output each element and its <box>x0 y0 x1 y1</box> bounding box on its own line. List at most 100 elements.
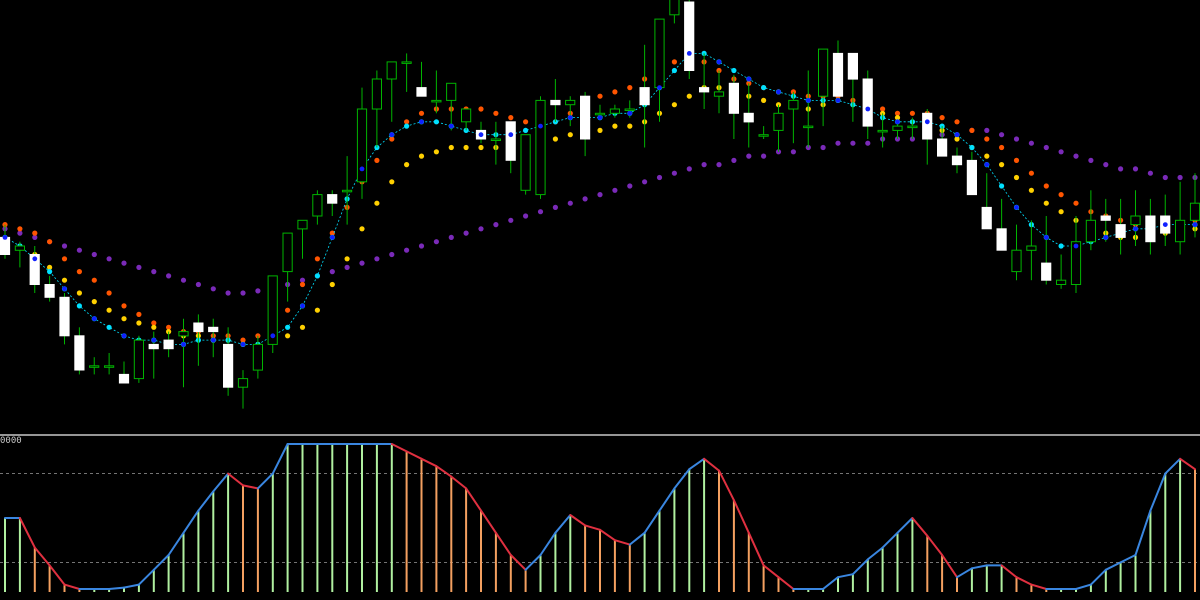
candle[interactable] <box>892 121 903 139</box>
ma-dot <box>582 196 588 202</box>
signal-dot <box>91 316 97 322</box>
candle[interactable] <box>862 70 873 140</box>
candle[interactable] <box>550 79 561 122</box>
candle[interactable] <box>356 87 368 199</box>
candle[interactable] <box>59 293 70 345</box>
candle[interactable] <box>937 126 948 157</box>
candle[interactable] <box>490 121 501 165</box>
oscillator-line-segment <box>539 531 557 556</box>
bull-candle-body <box>1085 219 1097 243</box>
candle[interactable] <box>386 61 397 122</box>
signal-dot <box>1192 222 1198 228</box>
candle[interactable] <box>193 314 204 366</box>
candle[interactable] <box>669 0 680 24</box>
candle[interactable] <box>758 126 769 139</box>
candle[interactable] <box>237 370 249 409</box>
candle[interactable] <box>788 91 799 144</box>
candle[interactable] <box>312 190 323 225</box>
candle[interactable] <box>89 357 100 375</box>
candle[interactable] <box>713 70 725 114</box>
bull-candle-body <box>565 99 576 106</box>
candle[interactable] <box>282 232 293 302</box>
bear-candle-body <box>1041 262 1052 281</box>
candle[interactable] <box>446 82 457 131</box>
candle[interactable] <box>267 275 278 353</box>
oscillator-line-segment <box>1119 554 1137 564</box>
candle[interactable] <box>1085 190 1097 251</box>
oscillator-line-segment <box>688 457 706 471</box>
candle[interactable] <box>565 96 576 127</box>
candle[interactable] <box>639 44 650 148</box>
candle[interactable] <box>1115 198 1126 255</box>
candle[interactable] <box>401 53 412 92</box>
candle[interactable] <box>163 331 174 358</box>
candle[interactable] <box>0 224 11 259</box>
candle[interactable] <box>297 219 308 259</box>
candle[interactable] <box>74 327 85 375</box>
candle[interactable] <box>104 353 115 375</box>
candle[interactable] <box>609 104 620 118</box>
candle[interactable] <box>684 0 695 79</box>
signal-dot <box>478 132 484 138</box>
candle[interactable] <box>773 104 784 152</box>
candle[interactable] <box>371 70 382 148</box>
candle[interactable] <box>535 96 546 199</box>
candle[interactable] <box>832 40 844 97</box>
candle[interactable] <box>1011 224 1022 281</box>
candle[interactable] <box>818 48 829 127</box>
candle[interactable] <box>1160 194 1171 246</box>
bull-candle-body <box>446 82 457 101</box>
ma-dot <box>225 290 231 296</box>
candle[interactable] <box>981 173 992 230</box>
signal-dot <box>300 303 305 309</box>
candle[interactable] <box>907 117 918 139</box>
signal-dot <box>954 132 960 138</box>
candle[interactable] <box>1041 216 1052 285</box>
candle[interactable] <box>580 91 591 157</box>
candle[interactable] <box>1056 254 1067 289</box>
ma-dot <box>671 67 678 74</box>
ma-dot <box>627 85 633 91</box>
candle[interactable] <box>14 241 25 268</box>
candle[interactable] <box>847 52 858 122</box>
signal-dot <box>984 162 990 168</box>
candle[interactable] <box>1175 181 1186 255</box>
candle[interactable] <box>728 74 739 139</box>
candle[interactable] <box>699 53 710 109</box>
oscillator-line-segment <box>524 554 542 571</box>
candle[interactable] <box>951 147 963 174</box>
candle[interactable] <box>416 61 427 97</box>
candle[interactable] <box>743 83 754 148</box>
candle[interactable] <box>178 318 189 388</box>
candle[interactable] <box>29 246 40 293</box>
candle[interactable] <box>461 108 472 131</box>
candle[interactable] <box>1130 190 1141 246</box>
candle[interactable] <box>520 134 531 195</box>
candle[interactable] <box>118 361 130 384</box>
candle[interactable] <box>505 121 516 174</box>
bear-candle-body <box>981 206 992 230</box>
candle[interactable] <box>44 275 55 302</box>
candle[interactable] <box>1189 173 1200 238</box>
candle[interactable] <box>342 156 353 225</box>
candle[interactable] <box>133 335 145 383</box>
price-chart[interactable] <box>0 0 1200 600</box>
oscillator-panel[interactable] <box>0 443 1200 592</box>
candle[interactable] <box>252 335 264 379</box>
candle[interactable] <box>1026 220 1037 281</box>
candle[interactable] <box>803 70 814 148</box>
candle[interactable] <box>223 327 234 396</box>
bull-candle-body <box>818 48 829 97</box>
candle[interactable] <box>966 151 977 196</box>
candle[interactable] <box>1070 216 1082 293</box>
candle[interactable] <box>431 70 442 114</box>
candle[interactable] <box>327 190 338 216</box>
main-price-panel[interactable] <box>0 0 1200 409</box>
ma-dot <box>731 157 737 163</box>
candle[interactable] <box>922 109 933 165</box>
candle[interactable] <box>1145 198 1156 255</box>
candle[interactable] <box>654 18 665 122</box>
ma-dot <box>285 307 291 313</box>
ma-dot <box>91 277 97 283</box>
candle[interactable] <box>996 198 1007 251</box>
